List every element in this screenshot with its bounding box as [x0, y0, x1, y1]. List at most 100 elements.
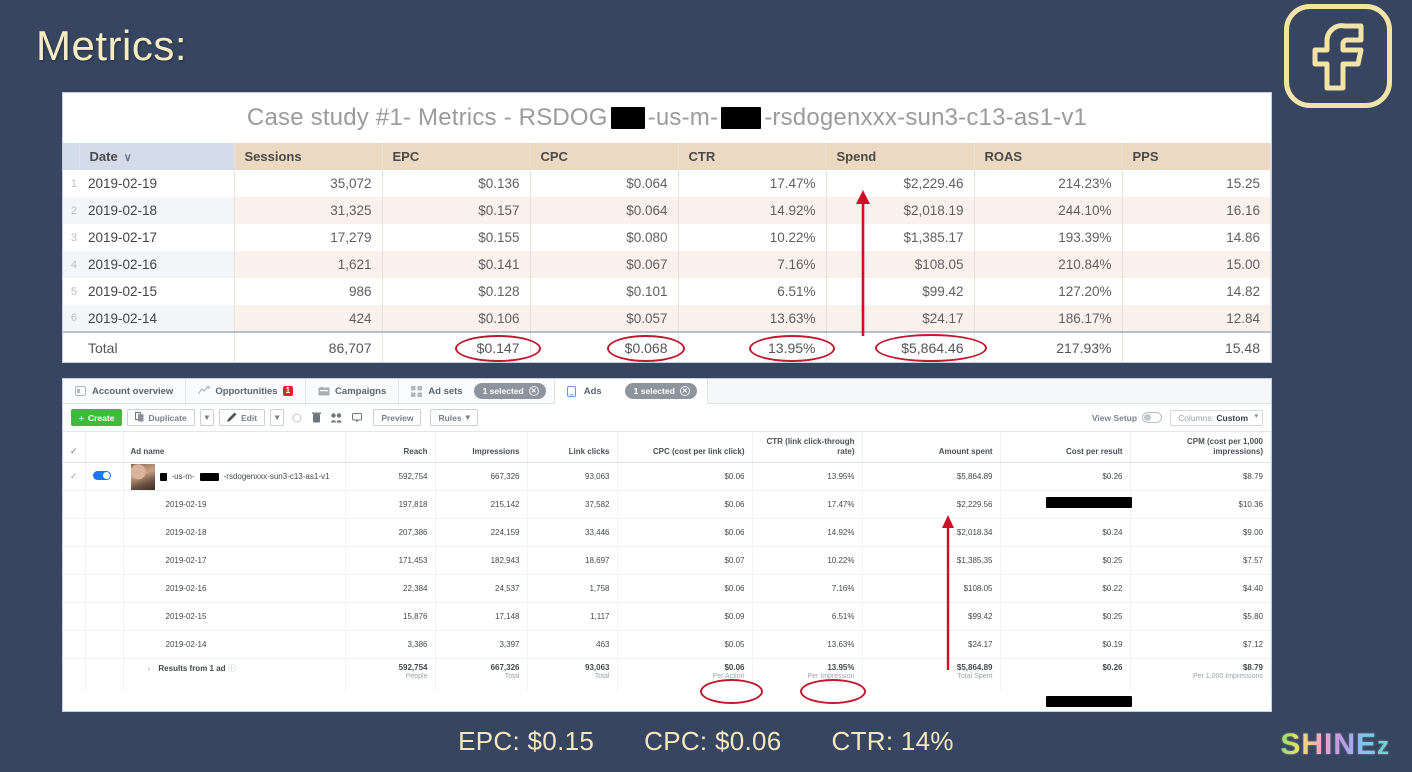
row-spacer — [85, 490, 124, 519]
ad-date-row: 2019-02-15 15,876 17,148 1,117 $0.09 6.5… — [63, 602, 1271, 631]
cell-link-clicks: 1,117 — [527, 602, 618, 631]
duplicate-dropdown-button[interactable]: ▾ — [199, 409, 214, 426]
ad-name-part-b: -rsdogenxxx-sun3-c13-as1-v1 — [223, 472, 330, 481]
expand-icon[interactable]: › — [148, 664, 151, 673]
redaction-block — [159, 472, 167, 481]
table-row: 5 2019-02-15 986 $0.128 $0.101 6.51% $99… — [63, 278, 1271, 305]
ads-selected-pill[interactable]: 1 selected ✕ — [624, 383, 697, 399]
summary-sub: Per 1,000 Impressions — [1192, 673, 1263, 680]
ads-data-table: ✓ Ad name Reach Impressions Link clicks … — [63, 432, 1271, 691]
cell-amount-spent: $99.42 — [862, 602, 1001, 631]
cell-roas: 127.20% — [974, 278, 1123, 305]
view-setup-control[interactable]: View Setup — [1091, 412, 1163, 423]
tab-campaigns[interactable]: Campaigns — [306, 379, 400, 403]
cell-amount-spent: $2,229.56 — [862, 490, 1001, 519]
rules-button[interactable]: Rules ▾ — [430, 409, 478, 426]
column-header-epc[interactable]: EPC — [382, 143, 531, 170]
campaigns-icon — [318, 386, 330, 397]
ab-test-icon[interactable] — [329, 409, 344, 426]
column-header-cost-per-result[interactable]: Cost per result — [1000, 432, 1131, 463]
ad-sets-icon — [411, 385, 423, 397]
duplicate-button[interactable]: Duplicate — [127, 409, 195, 426]
cell-impressions: 182,943 — [435, 546, 528, 575]
cell-cost-per-result: $0.24 — [1000, 518, 1131, 547]
ads-icon — [566, 385, 579, 397]
check-icon: ✓ — [70, 445, 78, 456]
cell-ctr: 13.95% — [752, 462, 863, 491]
column-header-reach[interactable]: Reach — [345, 432, 436, 463]
column-header-spend[interactable]: Spend — [826, 143, 975, 170]
column-header-cpm[interactable]: CPM (cost per 1,000 impressions) — [1130, 432, 1271, 463]
chevron-down-icon: ▾ — [204, 412, 209, 422]
tab-opportunities[interactable]: Opportunities 1 — [186, 379, 307, 403]
tab-ad-sets[interactable]: Ad sets 1 selected ✕ — [399, 379, 555, 403]
redaction-block — [1046, 497, 1132, 508]
cell-cpm: $8.79 — [1130, 462, 1271, 491]
ad-active-toggle[interactable] — [85, 462, 124, 491]
column-header-impressions[interactable]: Impressions — [435, 432, 528, 463]
column-header-roas[interactable]: ROAS — [974, 143, 1123, 170]
cell-cpc: $0.064 — [530, 170, 679, 197]
column-header-sessions[interactable]: Sessions — [234, 143, 383, 170]
column-header-ctr[interactable]: CTR — [678, 143, 827, 170]
cell-reach: 171,453 — [345, 546, 436, 575]
ad-row[interactable]: ✓ -us-m- -rsdogenxxx-sun3-c13-as1-v1 592,… — [63, 462, 1271, 491]
summary-value: 13.95% — [827, 663, 855, 672]
row-checkbox[interactable]: ✓ — [63, 462, 86, 491]
columns-dropdown-button[interactable]: Columns: Custom — [1170, 409, 1263, 426]
row-index: 4 — [63, 251, 79, 278]
refresh-icon[interactable] — [289, 409, 304, 426]
column-header-cpc[interactable]: CPC — [530, 143, 679, 170]
cell-ad-name: -us-m- -rsdogenxxx-sun3-c13-as1-v1 — [123, 462, 346, 491]
summary-cpc: $0.06 Per Action — [617, 658, 753, 691]
row-spacer — [63, 574, 86, 603]
edit-button[interactable]: Edit — [218, 409, 266, 426]
info-icon[interactable]: ⓘ — [228, 664, 236, 673]
cell-ctr: 13.63% — [678, 305, 827, 332]
column-header-ad-name[interactable]: Ad name — [123, 432, 346, 463]
ad-thumbnail — [130, 463, 155, 490]
column-header-ctr[interactable]: CTR (link click-through rate) — [752, 432, 863, 463]
cell-sessions: 1,621 — [234, 251, 383, 278]
chevron-down-icon[interactable]: ∨ — [124, 151, 132, 164]
close-icon[interactable]: ✕ — [528, 386, 539, 396]
cell-cost-per-result: $0.22 — [1000, 574, 1131, 603]
column-header-pps[interactable]: PPS — [1122, 143, 1271, 170]
select-all-checkbox[interactable]: ✓ — [63, 432, 86, 463]
page-title: Metrics: — [36, 22, 187, 69]
total-cpc: $0.068 — [530, 331, 679, 362]
edit-dropdown-button[interactable]: ▾ — [270, 409, 285, 426]
view-setup-toggle[interactable] — [1142, 412, 1163, 423]
summary-label: Results from 1 ad — [158, 664, 226, 673]
row-spacer — [63, 630, 86, 659]
create-button[interactable]: + Create — [71, 409, 123, 426]
tab-ads[interactable]: Ads 1 selected ✕ — [554, 379, 708, 404]
cell-cost-per-result: $0.25 — [1000, 546, 1131, 575]
cell-spend: $2,229.46 — [826, 170, 975, 197]
redaction-block — [199, 472, 219, 481]
table-title-part-a: Case study #1- Metrics - RSDOG — [246, 104, 608, 131]
cell-spend: $2,018.19 — [826, 197, 975, 224]
cell-ctr: 10.22% — [752, 546, 863, 575]
summary-label-cell[interactable]: › Results from 1 ad ⓘ — [123, 658, 346, 691]
trash-icon[interactable] — [309, 409, 324, 426]
column-header-amount-spent[interactable]: Amount spent — [862, 432, 1001, 463]
row-spacer — [63, 658, 86, 691]
row-spacer — [85, 574, 124, 603]
close-icon[interactable]: ✕ — [679, 386, 690, 396]
column-header-link-clicks[interactable]: Link clicks — [527, 432, 618, 463]
cell-cost-per-result: $0.26 — [1000, 462, 1131, 491]
column-header-cpc[interactable]: CPC (cost per link click) — [617, 432, 753, 463]
cell-sessions: 31,325 — [234, 197, 383, 224]
row-spacer — [63, 490, 86, 519]
row-index: 5 — [63, 278, 79, 305]
view-setup-label: View Setup — [1091, 412, 1138, 423]
tab-account-overview[interactable]: Account overview — [63, 379, 187, 403]
create-label: Create — [87, 412, 115, 423]
ad-sets-selected-pill[interactable]: 1 selected ✕ — [473, 383, 546, 399]
export-icon[interactable] — [349, 409, 364, 426]
preview-button[interactable]: Preview — [373, 409, 422, 426]
cell-epc: $0.128 — [382, 278, 531, 305]
column-header-date[interactable]: Date ∨ — [79, 143, 235, 170]
cell-impressions: 224,159 — [435, 518, 528, 547]
